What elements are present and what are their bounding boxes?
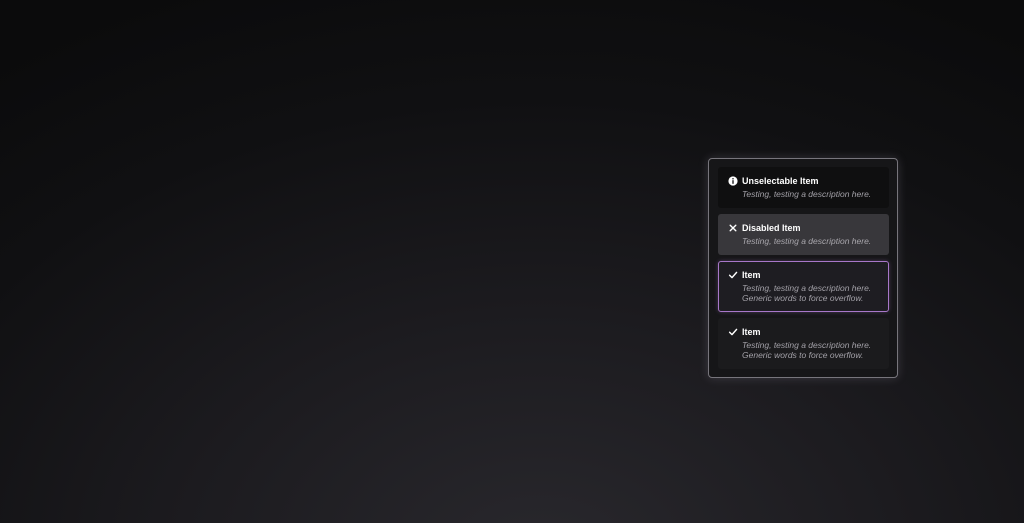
menu-item-unselectable: Unselectable Item Testing, testing a des… — [718, 167, 889, 208]
menu-item-label: Unselectable Item — [742, 176, 819, 186]
menu-item-disabled: Disabled Item Testing, testing a descrip… — [718, 214, 889, 255]
close-icon — [728, 223, 738, 233]
menu-item-label: Item — [742, 270, 761, 280]
check-icon — [728, 270, 738, 280]
check-icon — [728, 327, 738, 337]
dropdown-menu: Unselectable Item Testing, testing a des… — [708, 158, 898, 378]
menu-item-focused[interactable]: Item Testing, testing a description here… — [718, 261, 889, 312]
menu-item-description: Testing, testing a description here. — [742, 189, 872, 199]
menu-item-description: Testing, testing a description here. Gen… — [742, 283, 872, 303]
menu-item-label: Disabled Item — [742, 223, 801, 233]
menu-item-description: Testing, testing a description here. — [742, 236, 872, 246]
menu-item[interactable]: Item Testing, testing a description here… — [718, 318, 889, 369]
menu-item-label: Item — [742, 327, 761, 337]
info-icon — [728, 176, 738, 186]
menu-item-description: Testing, testing a description here. Gen… — [742, 340, 872, 360]
